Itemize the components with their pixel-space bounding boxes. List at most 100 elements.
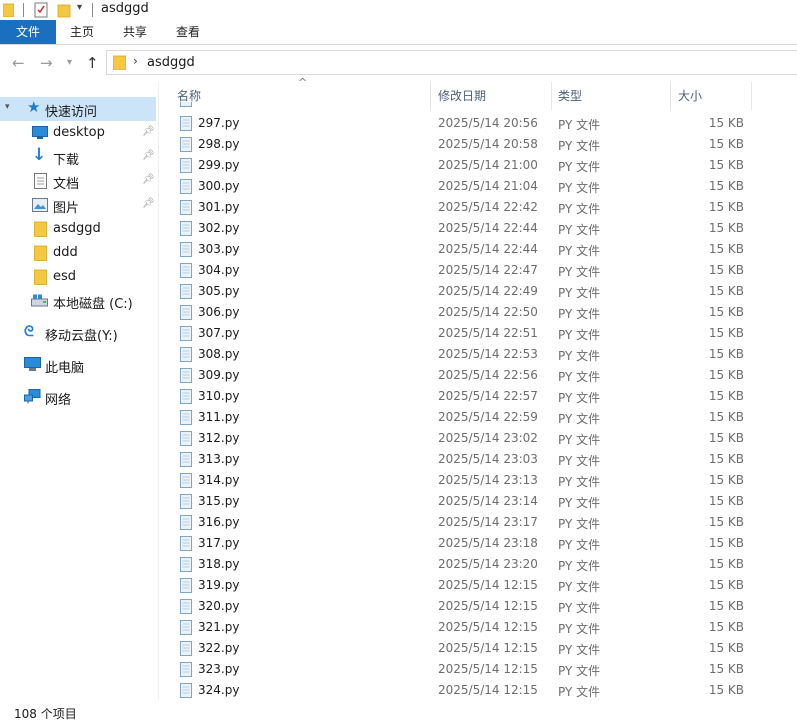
star-icon: ★ <box>27 98 41 116</box>
file-modified-date: 2025/5/14 23:20 <box>438 557 538 571</box>
python-file-icon <box>180 305 192 320</box>
sidebar-item-asdggd[interactable]: asdggd <box>0 217 156 241</box>
table-row[interactable]: 299.py 2025/5/14 21:00 PY 文件 15 KB <box>160 155 797 176</box>
sidebar-item-desktop[interactable]: desktop 📌︎ <box>0 121 156 145</box>
python-file-icon <box>180 620 192 635</box>
address-bar[interactable]: › asdggd <box>106 50 797 75</box>
sidebar-item-esd[interactable]: esd <box>0 265 156 289</box>
sidebar-item-ddd[interactable]: ddd <box>0 241 156 265</box>
table-row[interactable]: 303.py 2025/5/14 22:44 PY 文件 15 KB <box>160 239 797 260</box>
sidebar-item-this-pc[interactable]: 此电脑 <box>0 353 156 377</box>
table-row[interactable]: 316.py 2025/5/14 23:17 PY 文件 15 KB <box>160 512 797 533</box>
table-row[interactable]: 313.py 2025/5/14 23:03 PY 文件 15 KB <box>160 449 797 470</box>
forward-arrow-icon[interactable]: → <box>40 54 53 72</box>
file-size: 15 KB <box>708 494 744 508</box>
file-size: 15 KB <box>708 221 744 235</box>
chevron-right-icon[interactable]: › <box>133 54 138 68</box>
computer-icon <box>24 357 41 371</box>
folder-icon <box>34 221 47 237</box>
tab-file[interactable]: 文件 <box>0 20 56 44</box>
file-modified-date: 2025/5/14 23:13 <box>438 473 538 487</box>
table-row[interactable]: 306.py 2025/5/14 22:50 PY 文件 15 KB <box>160 302 797 323</box>
table-row-partial[interactable] <box>160 102 797 110</box>
sidebar-item-documents[interactable]: 文档 📌︎ <box>0 169 156 193</box>
file-size: 15 KB <box>708 515 744 529</box>
sidebar-item-cloud-drive-y[interactable]: ᘓ 移动云盘(Y:) <box>0 321 156 345</box>
file-type: PY 文件 <box>558 160 601 174</box>
sidebar-item-quick-access[interactable]: ▾ ★ 快速访问 <box>0 97 156 121</box>
file-name: 313.py <box>198 452 240 466</box>
sidebar-item-label: desktop <box>53 125 105 140</box>
tab-view[interactable]: 查看 <box>164 20 212 44</box>
breadcrumb[interactable]: asdggd <box>147 55 195 70</box>
pin-icon[interactable]: 📌︎ <box>142 150 155 161</box>
file-size: 15 KB <box>708 326 744 340</box>
tab-home[interactable]: 主页 <box>58 20 106 44</box>
table-row[interactable]: 314.py 2025/5/14 23:13 PY 文件 15 KB <box>160 470 797 491</box>
back-arrow-icon[interactable]: ← <box>12 54 25 72</box>
file-size: 15 KB <box>708 620 744 634</box>
file-size: 15 KB <box>708 662 744 676</box>
python-file-icon <box>180 494 192 509</box>
file-size: 15 KB <box>708 158 744 172</box>
table-row[interactable]: 311.py 2025/5/14 22:59 PY 文件 15 KB <box>160 407 797 428</box>
table-row[interactable]: 308.py 2025/5/14 22:53 PY 文件 15 KB <box>160 344 797 365</box>
sidebar-item-downloads[interactable]: ↓ 下载 📌︎ <box>0 145 156 169</box>
file-type: PY 文件 <box>558 139 601 153</box>
table-row[interactable]: 323.py 2025/5/14 12:15 PY 文件 15 KB <box>160 659 797 680</box>
table-row[interactable]: 302.py 2025/5/14 22:44 PY 文件 15 KB <box>160 218 797 239</box>
table-row[interactable]: 310.py 2025/5/14 22:57 PY 文件 15 KB <box>160 386 797 407</box>
table-row[interactable]: 324.py 2025/5/14 12:15 PY 文件 15 KB <box>160 680 797 700</box>
file-type: PY 文件 <box>558 622 601 636</box>
pin-icon[interactable]: 📌︎ <box>142 198 155 209</box>
file-size: 15 KB <box>708 557 744 571</box>
file-name: 314.py <box>198 473 240 487</box>
table-row[interactable]: 309.py 2025/5/14 22:56 PY 文件 15 KB <box>160 365 797 386</box>
python-file-icon <box>180 368 192 383</box>
file-type: PY 文件 <box>558 454 601 468</box>
separator <box>23 3 24 17</box>
table-row[interactable]: 320.py 2025/5/14 12:15 PY 文件 15 KB <box>160 596 797 617</box>
item-count: 108 个项目 <box>14 707 77 721</box>
table-row[interactable]: 319.py 2025/5/14 12:15 PY 文件 15 KB <box>160 575 797 596</box>
file-size: 15 KB <box>708 473 744 487</box>
file-type: PY 文件 <box>558 328 601 342</box>
table-row[interactable]: 301.py 2025/5/14 22:42 PY 文件 15 KB <box>160 197 797 218</box>
table-row[interactable]: 318.py 2025/5/14 23:20 PY 文件 15 KB <box>160 554 797 575</box>
python-file-icon <box>180 158 192 173</box>
sidebar-item-network[interactable]: 网络 <box>0 385 156 409</box>
table-row[interactable]: 322.py 2025/5/14 12:15 PY 文件 15 KB <box>160 638 797 659</box>
up-arrow-icon[interactable]: ↑ <box>86 54 99 72</box>
table-row[interactable]: 304.py 2025/5/14 22:47 PY 文件 15 KB <box>160 260 797 281</box>
file-size: 15 KB <box>708 347 744 361</box>
table-row[interactable]: 315.py 2025/5/14 23:14 PY 文件 15 KB <box>160 491 797 512</box>
table-row[interactable]: 321.py 2025/5/14 12:15 PY 文件 15 KB <box>160 617 797 638</box>
table-row[interactable]: 298.py 2025/5/14 20:58 PY 文件 15 KB <box>160 134 797 155</box>
chevron-down-icon[interactable]: ▾ <box>5 102 10 112</box>
python-file-icon <box>180 431 192 446</box>
sidebar-item-pictures[interactable]: 图片 📌︎ <box>0 193 156 217</box>
table-row[interactable]: 317.py 2025/5/14 23:18 PY 文件 15 KB <box>160 533 797 554</box>
tab-share[interactable]: 共享 <box>111 20 159 44</box>
recent-locations-icon[interactable]: ▾ <box>67 54 72 72</box>
download-icon: ↓ <box>32 145 47 165</box>
table-row[interactable]: 297.py 2025/5/14 20:56 PY 文件 15 KB <box>160 113 797 134</box>
file-name: 324.py <box>198 683 240 697</box>
pin-icon[interactable]: 📌︎ <box>142 126 155 137</box>
sidebar-item-label: 下载 <box>53 153 80 168</box>
file-modified-date: 2025/5/14 23:14 <box>438 494 538 508</box>
folder-icon <box>34 245 47 261</box>
pin-icon[interactable]: 📌︎ <box>142 174 155 185</box>
python-file-icon <box>180 473 192 488</box>
python-file-icon <box>180 452 192 467</box>
new-folder-icon[interactable] <box>57 2 71 18</box>
sidebar-item-local-disk-c[interactable]: 本地磁盘 (C:) <box>0 289 156 313</box>
table-row[interactable]: 312.py 2025/5/14 23:02 PY 文件 15 KB <box>160 428 797 449</box>
quick-access-dropdown-icon[interactable]: ▾ <box>77 2 82 13</box>
properties-icon[interactable] <box>34 2 48 18</box>
file-type: PY 文件 <box>558 433 601 447</box>
pane-divider[interactable] <box>158 82 159 700</box>
table-row[interactable]: 300.py 2025/5/14 21:04 PY 文件 15 KB <box>160 176 797 197</box>
table-row[interactable]: 305.py 2025/5/14 22:49 PY 文件 15 KB <box>160 281 797 302</box>
table-row[interactable]: 307.py 2025/5/14 22:51 PY 文件 15 KB <box>160 323 797 344</box>
